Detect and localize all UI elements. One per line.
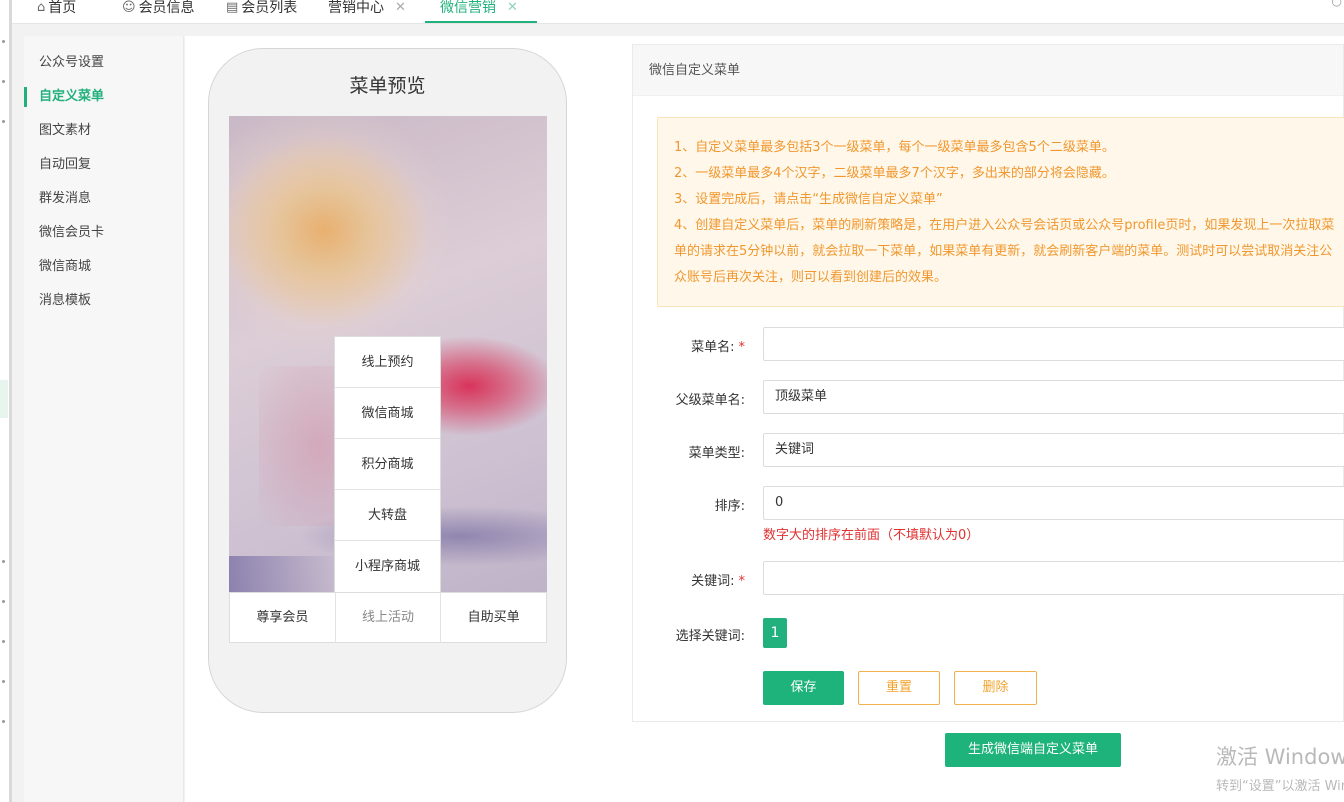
sidebar-item-member-card[interactable]: 微信会员卡 — [24, 216, 183, 250]
frame-dot — [2, 120, 5, 123]
keyword-option-button[interactable]: 1 — [763, 618, 787, 648]
choose-keyword-label: 选择关键词: — [675, 629, 745, 644]
sort-input[interactable]: 0 — [763, 486, 1344, 520]
preview-title: 菜单预览 — [349, 75, 426, 97]
sidebar-item-message-template[interactable]: 消息模板 — [24, 284, 183, 318]
notice-box: 1、自定义菜单最多包括3个一级菜单，每个一级菜单最多包含5个二级菜单。 2、一级… — [657, 117, 1344, 307]
notice-line: 众账号后再次关注，则可以看到创建后的效果。 — [674, 270, 948, 285]
notice-line: 3、设置完成后，请点击“生成微信自定义菜单” — [674, 192, 943, 207]
preview-submenu: 线上预约 微信商城 积分商城 大转盘 小程序商城 — [334, 336, 441, 593]
submenu-item[interactable]: 积分商城 — [335, 439, 440, 490]
sidebar-item-mass-message[interactable]: 群发消息 — [24, 182, 183, 216]
preview-menubar: 尊享会员 线上活动 自助买单 — [229, 592, 547, 643]
parent-menu-label: 父级菜单名: — [675, 393, 745, 408]
tab-marketing-center[interactable]: 营销中心 ✕ — [328, 0, 406, 23]
sidebar-item-media-library[interactable]: 图文素材 — [24, 114, 183, 148]
app-root: ⌂ 首页 ☺ 会员信息 ▤ 会员列表 营销中心 ✕ 微信营销 ✕ ○ 公众号设置… — [0, 0, 1344, 802]
sidebar-item-account-settings[interactable]: 公众号设置 — [24, 46, 183, 80]
frame-highlight — [0, 380, 8, 418]
sort-hint: 数字大的排序在前面（不填默认为0） — [763, 528, 980, 543]
user-icon: ☺ — [122, 0, 136, 15]
generate-menu-button[interactable]: 生成微信端自定义菜单 — [945, 733, 1121, 767]
menu-type-select[interactable]: 关键词 — [763, 433, 1344, 467]
frame-dot — [2, 680, 5, 683]
menubar-item[interactable]: 自助买单 — [441, 593, 546, 642]
submenu-item[interactable]: 小程序商城 — [335, 541, 440, 592]
menubar-item-active[interactable]: 线上活动 — [336, 593, 442, 642]
notice-line: 4、创建自定义菜单后，菜单的刷新策略是，在用户进入公众号会话页或公众号profi… — [674, 218, 1335, 233]
menu-type-label: 菜单类型: — [688, 446, 745, 461]
top-tab-bar: ⌂ 首页 ☺ 会员信息 ▤ 会员列表 营销中心 ✕ 微信营销 ✕ ○ — [12, 0, 1344, 24]
close-icon[interactable]: ✕ — [395, 0, 406, 20]
tab-label: 微信营销 — [440, 0, 496, 16]
delete-button[interactable]: 删除 — [954, 671, 1037, 705]
close-icon[interactable]: ✕ — [507, 0, 518, 20]
sidebar-item-wechat-mall[interactable]: 微信商城 — [24, 250, 183, 284]
frame-dot — [2, 40, 5, 43]
required-mark: * — [738, 574, 746, 589]
panel-title: 微信自定义菜单 — [633, 45, 1343, 96]
active-tab-indicator — [425, 21, 537, 23]
frame-dot — [2, 640, 5, 643]
home-icon: ⌂ — [37, 0, 46, 15]
frame-dot — [2, 560, 5, 563]
tab-home[interactable]: ⌂ 首页 — [37, 0, 77, 23]
outer-frame-strip — [0, 0, 12, 802]
tab-label: 会员列表 — [241, 0, 298, 16]
submenu-item[interactable]: 微信商城 — [335, 388, 440, 439]
frame-dot — [2, 600, 5, 603]
frame-dot — [2, 80, 5, 83]
tab-label: 营销中心 — [328, 0, 384, 16]
sidebar-item-auto-reply[interactable]: 自动回复 — [24, 148, 183, 182]
notice-line: 单的请求在5分钟以前，就会拉取一下菜单，如果菜单有更新，就会刷新客户端的菜单。测… — [674, 244, 1333, 259]
save-button[interactable]: 保存 — [763, 671, 844, 705]
notice-line: 2、一级菜单最多4个汉字，二级菜单最多7个汉字，多出来的部分将会隐藏。 — [674, 166, 1115, 181]
tab-label: 会员信息 — [138, 0, 195, 16]
sort-label: 排序: — [714, 499, 745, 514]
menu-name-input[interactable] — [763, 327, 1344, 361]
windows-activation-watermark: 激活 Windows 转到“设置”以激活 Windows。 — [1216, 741, 1344, 794]
keyword-label: 关键词: * — [691, 574, 746, 589]
sidebar-item-custom-menu[interactable]: 自定义菜单 — [24, 80, 183, 114]
menubar-item[interactable]: 尊享会员 — [230, 593, 336, 642]
required-mark: * — [738, 340, 746, 355]
tab-label: 首页 — [48, 0, 77, 16]
tab-member-list[interactable]: ▤ 会员列表 — [226, 0, 298, 23]
submenu-item[interactable]: 大转盘 — [335, 490, 440, 541]
keyword-input[interactable] — [763, 561, 1344, 595]
notice-line: 1、自定义菜单最多包括3个一级菜单，每个一级菜单最多包含5个二级菜单。 — [674, 140, 1115, 155]
menu-edit-panel: 微信自定义菜单 1、自定义菜单最多包括3个一级菜单，每个一级菜单最多包含5个二级… — [632, 44, 1344, 722]
submenu-item[interactable]: 线上预约 — [335, 337, 440, 388]
document-icon: ▤ — [226, 0, 239, 15]
frame-dot — [2, 720, 5, 723]
reset-button[interactable]: 重置 — [858, 671, 940, 705]
image-blur-region — [229, 556, 339, 592]
menu-name-label: 菜单名: * — [691, 340, 746, 355]
phone-preview: 菜单预览 线上预约 微信商城 积分商城 大转盘 小程序商城 尊享会员 线上活动 … — [208, 48, 567, 713]
sidebar: 公众号设置 自定义菜单 图文素材 自动回复 群发消息 微信会员卡 微信商城 消息… — [24, 36, 184, 802]
parent-menu-select[interactable]: 顶级菜单 — [763, 380, 1344, 414]
refresh-icon[interactable]: ○ — [1332, 0, 1342, 8]
watermark-line2: 转到“设置”以激活 Windows。 — [1216, 779, 1344, 794]
watermark-line1: 激活 Windows — [1216, 745, 1344, 769]
tab-member-info[interactable]: ☺ 会员信息 — [122, 0, 195, 23]
